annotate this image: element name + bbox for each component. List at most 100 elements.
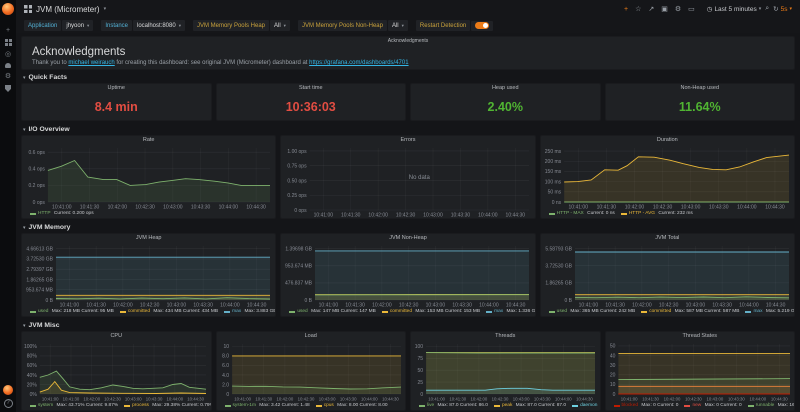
legend-item[interactable]: new Max: 0 Current: 0 (684, 403, 741, 408)
chart-plot[interactable]: 250 ms200 ms150 ms100 ms50 ms0 ns10:41:0… (541, 145, 794, 210)
panel-title[interactable]: Thread States (606, 332, 795, 341)
panel-title[interactable]: Start time (217, 84, 406, 93)
grafana-logo[interactable] (2, 3, 14, 15)
stat-value: 2.40% (411, 93, 600, 120)
legend-item[interactable]: max Max: 3.883 GB Current: 3.883 GB (224, 309, 275, 314)
legend-item[interactable]: used Max: 147 MB Current: 147 MB (289, 309, 376, 314)
legend-values: Max: 3.42 Current: 1.48 (258, 403, 310, 408)
legend-item[interactable]: max Max: 1.336 GB Current: 1.336 GB (486, 309, 535, 314)
chart-plot[interactable]: 1.00 ops0.75 ops0.50 ops0.25 ops0 ops10:… (281, 145, 534, 218)
restart-detection-switch[interactable] (475, 22, 489, 29)
chart-plot[interactable]: 5.58793 GB3.72530 GB1.86265 GB0 B10:41:0… (541, 243, 794, 308)
zoom-out-icon[interactable]: ⌕ (765, 5, 769, 13)
legend-item[interactable]: committed Max: 153 MB Current: 153 MB (382, 309, 480, 314)
panel-title[interactable]: Heap used (411, 84, 600, 93)
variable-value-dropdown[interactable]: jhyoon▾ (62, 20, 93, 31)
legend-item[interactable]: daemon Max: 9.0 Current: 8.0 (572, 403, 599, 408)
legend-item[interactable]: used Max: 218 MB Current: 95 MB (30, 309, 114, 314)
help-icon[interactable]: ? (4, 399, 13, 408)
panel-title[interactable]: Errors (281, 136, 534, 145)
no-data-label: No data (409, 175, 431, 181)
chart-plot[interactable]: 1.39698 GB953.674 MB476.837 MB0 B10:41:0… (281, 243, 534, 308)
add-panel-icon[interactable]: + (624, 6, 628, 13)
chart-plot[interactable]: 100755025010:41:0010:41:3010:42:0010:42:… (411, 341, 600, 402)
svg-text:20: 20 (609, 373, 615, 379)
svg-text:10:42:30: 10:42:30 (652, 205, 672, 211)
server-admin-shield-icon[interactable] (5, 85, 11, 92)
legend-item[interactable]: process Max: 29.38% Current: 0.79% (124, 403, 210, 408)
legend-item[interactable]: peak Max: 87.0 Current: 87.0 (494, 403, 566, 408)
cycle-view-icon[interactable]: ▭ (688, 5, 695, 13)
legend-series-name: live (427, 403, 434, 408)
star-icon[interactable]: ☆ (635, 5, 641, 13)
svg-text:10:44:30: 10:44:30 (187, 397, 204, 402)
legend-item[interactable]: HTTP - AVG Current: 232 ms (621, 211, 693, 216)
save-icon[interactable]: ▣ (661, 5, 668, 13)
dashboard-settings-icon[interactable]: ⚙ (675, 5, 681, 13)
panel-title[interactable]: Load (217, 332, 406, 341)
legend-item[interactable]: used Max: 365 MB Current: 242 MB (549, 309, 636, 314)
time-range-picker[interactable]: ◷ Last 5 minutes ▾ (707, 5, 761, 13)
legend-series-name: committed (390, 309, 412, 314)
legend-item[interactable]: live Max: 87.0 Current: 86.0 (419, 403, 488, 408)
svg-text:50: 50 (418, 368, 424, 374)
chevron-down-icon: ▾ (87, 22, 89, 30)
legend-item[interactable]: cpus Max: 8.00 Current: 8.00 (316, 403, 388, 408)
row-header-jvm-misc[interactable]: ▾JVM Misc (21, 320, 795, 331)
legend-item[interactable]: system Max: 43.71% Current: 9.87% (30, 403, 118, 408)
panel-title[interactable]: JVM Heap (22, 234, 275, 243)
author-link[interactable]: michael weirauch (68, 60, 114, 66)
legend-item[interactable]: HTTP - MAX Current: 0 ns (549, 211, 615, 216)
chart-plot[interactable]: 100%80%60%40%20%0%10:41:0010:41:3010:42:… (22, 341, 211, 402)
variable-value-dropdown[interactable]: All▾ (270, 20, 290, 31)
panel-title[interactable]: Non-Heap used (606, 84, 795, 93)
panel-title[interactable]: CPU (22, 332, 211, 341)
navbar-actions: + ☆ ↗ ▣ ⚙ ▭ (624, 5, 695, 13)
panel-title[interactable]: Threads (411, 332, 600, 341)
plus-icon[interactable]: + (6, 27, 10, 34)
svg-text:20%: 20% (27, 382, 38, 388)
legend-item[interactable]: runnable Max: 16 Current: 16 (748, 403, 794, 408)
panel-title[interactable]: Duration (541, 136, 794, 145)
chart-plot[interactable]: 108.06.04.02.0010:41:0010:41:3010:42:001… (217, 341, 406, 402)
chart-plot[interactable]: 4.66613 GB3.72530 GB2.79397 GB1.86265 GB… (22, 243, 275, 308)
svg-text:10:41:30: 10:41:30 (80, 205, 100, 211)
legend-item[interactable]: system-1m Max: 3.42 Current: 1.48 (225, 403, 310, 408)
panel-title[interactable]: Acknowledgments (22, 38, 794, 44)
variable-value-dropdown[interactable]: All▾ (388, 20, 408, 31)
settings-gear-icon[interactable]: ⚙ (5, 73, 11, 80)
legend-item[interactable]: HTTP Current: 0.200 ops (30, 211, 94, 216)
panel-title[interactable]: Uptime (22, 84, 211, 93)
legend-marker (486, 311, 492, 313)
legend-item[interactable]: committed Max: 587 MB Current: 587 MB (641, 309, 739, 314)
dashboards-icon[interactable] (5, 39, 12, 46)
chart-canvas: 5.58793 GB3.72530 GB1.86265 GB0 B10:41:0… (541, 243, 794, 308)
chart-plot[interactable]: 5040302010010:41:0010:41:3010:42:0010:42… (606, 341, 795, 402)
alerting-bell-icon[interactable] (5, 63, 11, 68)
legend-series-name: HTTP - MAX (557, 211, 584, 216)
explore-icon[interactable]: ◎ (5, 51, 11, 58)
chevron-down-icon: ▾ (402, 22, 404, 30)
legend-item[interactable]: max Max: 5.219 GB Current: 5.219 GB (745, 309, 794, 314)
refresh-picker[interactable]: ↻ 5s ▾ (773, 5, 792, 13)
variable-value-dropdown[interactable]: localhost:8080▾ (133, 20, 185, 31)
dashboard-title-caret-icon[interactable]: ▾ (104, 6, 107, 12)
legend-item[interactable]: committed Max: 434 MB Current: 434 MB (120, 309, 218, 314)
legend-item[interactable]: blocked Max: 0 Current: 0 (614, 403, 679, 408)
row-header-jvm-memory[interactable]: ▾JVM Memory (21, 222, 795, 233)
dashboard-link[interactable]: https://grafana.com/dashboards/4701 (309, 60, 408, 66)
ack-text: Thank you to michael weirauch for creati… (32, 60, 784, 66)
panel-title[interactable]: JVM Non-Heap (281, 234, 534, 243)
chevron-down-icon: ▾ (789, 6, 792, 12)
svg-text:10:44:00: 10:44:00 (479, 303, 499, 309)
panel-title[interactable]: Rate (22, 136, 275, 145)
panel-title[interactable]: JVM Total (541, 234, 794, 243)
panel-errors: Errors1.00 ops0.75 ops0.50 ops0.25 ops0 … (280, 135, 535, 219)
svg-text:10:44:00: 10:44:00 (360, 397, 377, 402)
dashboard-title[interactable]: JVM (Micrometer) (36, 5, 100, 14)
user-avatar[interactable] (3, 385, 13, 395)
chart-plot[interactable]: 0.6 ops0.4 ops0.2 ops0 ops10:41:0010:41:… (22, 145, 275, 210)
share-icon[interactable]: ↗ (648, 5, 654, 13)
row-header-quick-facts[interactable]: ▾Quick Facts (21, 72, 795, 83)
row-header-io-overview[interactable]: ▾I/O Overview (21, 124, 795, 135)
